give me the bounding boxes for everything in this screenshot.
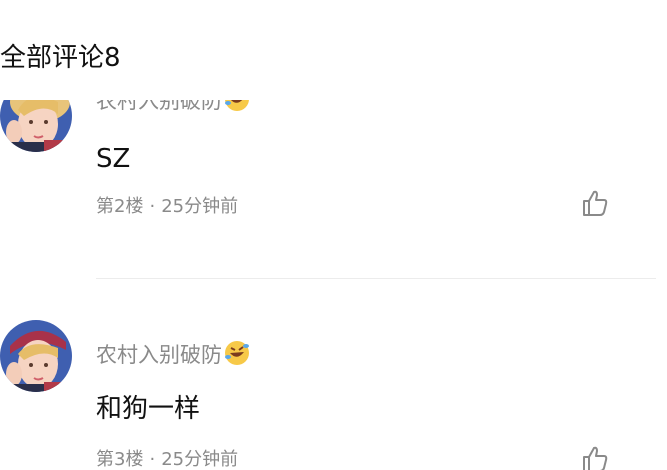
meta-separator: · — [149, 196, 156, 217]
comment-divider — [96, 278, 656, 279]
rolling-on-floor-laughing-emoji-icon — [224, 100, 250, 119]
comment-content: SZ — [96, 144, 131, 174]
comments-page: 全部评论8 农村入别破防 SZ 第2楼 · 25分钟前 农村入别破防 和狗一样 … — [0, 0, 667, 470]
thumbs-up-icon — [583, 190, 608, 216]
comment-floor: 第3楼 — [96, 449, 144, 470]
comments-header-title: 全部评论8 — [0, 43, 121, 73]
like-button[interactable] — [578, 186, 612, 220]
rolling-on-floor-laughing-emoji-icon — [224, 340, 250, 373]
comment-username[interactable]: 农村入别破防 — [96, 340, 250, 373]
avatar-portrait-icon — [0, 320, 72, 392]
comment-meta: 第2楼 · 25分钟前 — [96, 195, 238, 219]
username-text: 农村入别破防 — [96, 343, 222, 367]
avatar-portrait-icon — [0, 100, 72, 152]
meta-separator: · — [149, 449, 156, 470]
comment-time: 25分钟前 — [161, 449, 239, 470]
comment-floor: 第2楼 — [96, 196, 144, 217]
like-button[interactable] — [578, 442, 612, 470]
comment-time: 25分钟前 — [161, 196, 239, 217]
user-avatar[interactable] — [0, 100, 72, 152]
comment-meta: 第3楼 · 25分钟前 — [96, 448, 238, 470]
comment-username[interactable]: 农村入别破防 — [96, 100, 250, 119]
comment-content: 和狗一样 — [96, 394, 201, 424]
username-text: 农村入别破防 — [96, 100, 222, 113]
user-avatar[interactable] — [0, 320, 72, 392]
thumbs-up-icon — [583, 446, 608, 470]
comment-list[interactable]: 农村入别破防 SZ 第2楼 · 25分钟前 农村入别破防 和狗一样 第3楼 · … — [0, 100, 667, 470]
